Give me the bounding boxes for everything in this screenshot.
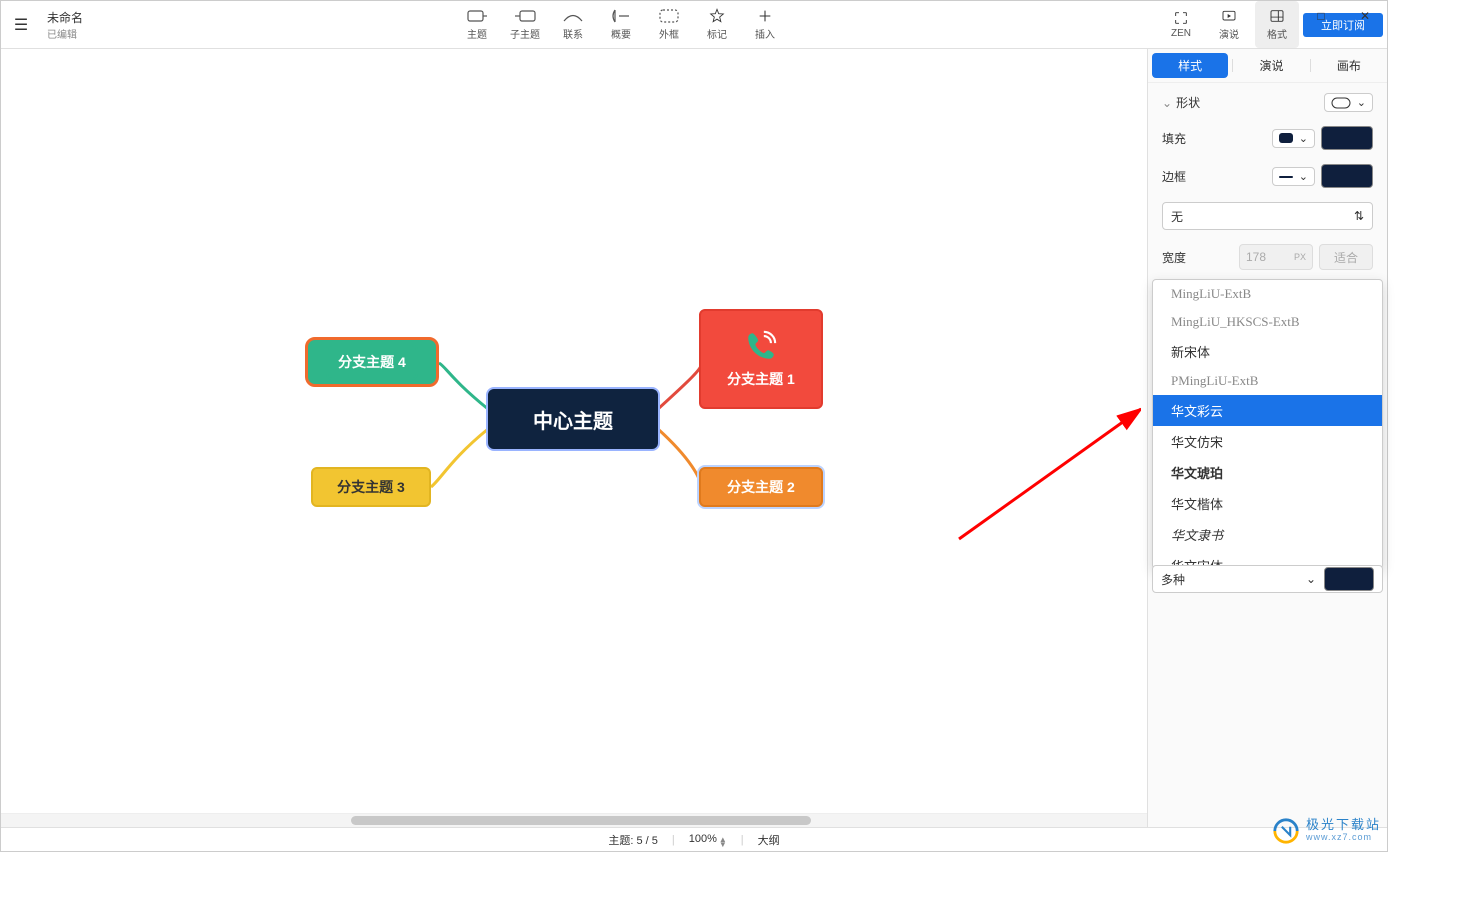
pitch-icon [1221, 8, 1237, 24]
toolbar-label: 联系 [563, 26, 583, 41]
status-topics-value: 5 / 5 [636, 835, 657, 847]
branch-topic-1-node[interactable]: 分支主题 1 [699, 309, 823, 409]
chevron-down-icon[interactable]: ⌄ [1162, 96, 1172, 110]
center-topic-node[interactable]: 中心主题 [488, 389, 658, 449]
toolbar-subtopic-button[interactable]: 子主题 [503, 1, 547, 48]
subtopic-icon [513, 8, 537, 24]
width-unit: PX [1294, 252, 1306, 262]
updown-icon: ⇅ [1354, 209, 1364, 223]
border-style-select[interactable]: 无 ⇅ [1162, 202, 1373, 230]
chevron-down-icon: ⌄ [1357, 96, 1366, 109]
toolbar-summary-button[interactable]: 概要 [599, 1, 643, 48]
node-label: 分支主题 4 [326, 344, 418, 380]
outline-button[interactable]: 大纲 [758, 832, 780, 848]
zoom-control[interactable]: 100%▲▼ [689, 833, 727, 847]
toolbar-label: ZEN [1171, 28, 1191, 39]
toolbar-label: 子主题 [510, 26, 540, 41]
plus-icon [757, 8, 773, 24]
font-option[interactable]: 华文仿宋 [1153, 426, 1382, 457]
topic-icon [465, 8, 489, 24]
format-sidebar: 样式 演说 画布 ⌄ 形状 ⌄ 填充 ⌄ [1147, 49, 1387, 827]
separator: | [672, 834, 675, 846]
toolbar-label: 主题 [467, 26, 487, 41]
horizontal-scrollbar[interactable] [1, 813, 1147, 827]
width-label: 宽度 [1162, 249, 1186, 266]
toolbar-insert-button[interactable]: 插入 [743, 1, 787, 48]
fill-type-select[interactable]: ⌄ [1272, 129, 1315, 148]
toolbar: 主题 子主题 联系 概要 外框 标记 [83, 1, 1159, 48]
branch-topic-3-node[interactable]: 分支主题 3 [311, 467, 431, 507]
toolbar-label: 插入 [755, 26, 775, 41]
chevron-down-icon: ⌄ [1299, 170, 1308, 183]
font-option[interactable]: 华文彩云 [1153, 395, 1382, 426]
toolbar-zen-button[interactable]: ZEN [1159, 1, 1203, 48]
width-value: 178 [1246, 250, 1266, 264]
font-option[interactable]: 华文琥珀 [1153, 457, 1382, 488]
summary-icon [609, 8, 633, 24]
chevron-down-icon: ⌄ [1306, 572, 1316, 586]
font-dropdown[interactable]: MingLiU-ExtBMingLiU_HKSCS-ExtB新宋体PMingLi… [1152, 279, 1383, 569]
toolbar-label: 外框 [659, 26, 679, 41]
node-label: 分支主题 1 [727, 369, 795, 389]
tab-style[interactable]: 样式 [1152, 53, 1228, 78]
shape-label: 形状 [1176, 96, 1200, 110]
branch-topic-4-node[interactable]: 分支主题 4 [305, 337, 439, 387]
border-style-value: 无 [1171, 208, 1183, 225]
multi-label: 多种 [1161, 571, 1185, 588]
titlebar: ☰ 未命名 已编辑 主题 子主题 联系 概要 [1, 1, 1387, 49]
swatch-icon [1279, 133, 1293, 143]
font-option[interactable]: 新宋体 [1153, 336, 1382, 367]
tab-canvas[interactable]: 画布 [1311, 49, 1387, 82]
phone-icon [744, 329, 778, 363]
scrollbar-thumb[interactable] [351, 816, 811, 825]
toolbar-label: 标记 [707, 26, 727, 41]
zoom-value: 100% [689, 833, 717, 845]
font-option[interactable]: MingLiU_HKSCS-ExtB [1153, 308, 1382, 336]
tab-pitch[interactable]: 演说 [1233, 49, 1309, 82]
font-option[interactable]: 华文隶书 [1153, 519, 1382, 550]
doc-status: 已编辑 [47, 26, 83, 41]
canvas[interactable]: 中心主题 分支主题 1 分支主题 2 分支主题 3 分支主题 4 [1, 49, 1147, 827]
toolbar-marker-button[interactable]: 标记 [695, 1, 739, 48]
fill-label: 填充 [1162, 130, 1186, 147]
shape-select[interactable]: ⌄ [1324, 93, 1373, 112]
toolbar-label: 演说 [1219, 26, 1239, 41]
border-color-button[interactable] [1321, 164, 1373, 188]
toolbar-label: 概要 [611, 26, 631, 41]
multi-select[interactable]: 多种 ⌄ [1152, 565, 1383, 593]
zen-icon [1173, 10, 1189, 26]
window-close-button[interactable]: ✕ [1343, 1, 1387, 31]
width-input[interactable]: 178 PX [1239, 244, 1313, 270]
chevron-down-icon: ⌄ [1299, 132, 1308, 145]
fill-color-button[interactable] [1321, 126, 1373, 150]
fit-button[interactable]: 适合 [1319, 244, 1373, 270]
border-type-select[interactable]: ⌄ [1272, 167, 1315, 186]
separator: | [741, 834, 744, 846]
toolbar-topic-button[interactable]: 主题 [455, 1, 499, 48]
window-minimize-button[interactable]: — [1255, 1, 1299, 31]
doc-name: 未命名 [47, 9, 83, 26]
font-option[interactable]: 华文楷体 [1153, 488, 1382, 519]
relation-icon [561, 8, 585, 24]
document-title: 未命名 已编辑 [47, 9, 83, 41]
status-bar: 主题: 5 / 5 | 100%▲▼ | 大纲 [1, 827, 1387, 851]
star-icon [709, 8, 725, 24]
font-option[interactable]: MingLiU-ExtB [1153, 280, 1382, 308]
toolbar-relation-button[interactable]: 联系 [551, 1, 595, 48]
stepper-icon: ▲▼ [719, 837, 727, 847]
line-icon [1279, 171, 1293, 181]
font-option[interactable]: PMingLiU-ExtB [1153, 367, 1382, 395]
toolbar-pitch-button[interactable]: 演说 [1207, 1, 1251, 48]
toolbar-boundary-button[interactable]: 外框 [647, 1, 691, 48]
branch-topic-2-node[interactable]: 分支主题 2 [699, 467, 823, 507]
menu-button[interactable]: ☰ [1, 15, 41, 35]
text-color-button[interactable] [1324, 567, 1374, 591]
rounded-rect-icon [1331, 97, 1351, 109]
status-topics-label: 主题: [608, 835, 633, 847]
boundary-icon [657, 8, 681, 24]
window-maximize-button[interactable]: □ [1299, 1, 1343, 31]
border-label: 边框 [1162, 168, 1186, 185]
